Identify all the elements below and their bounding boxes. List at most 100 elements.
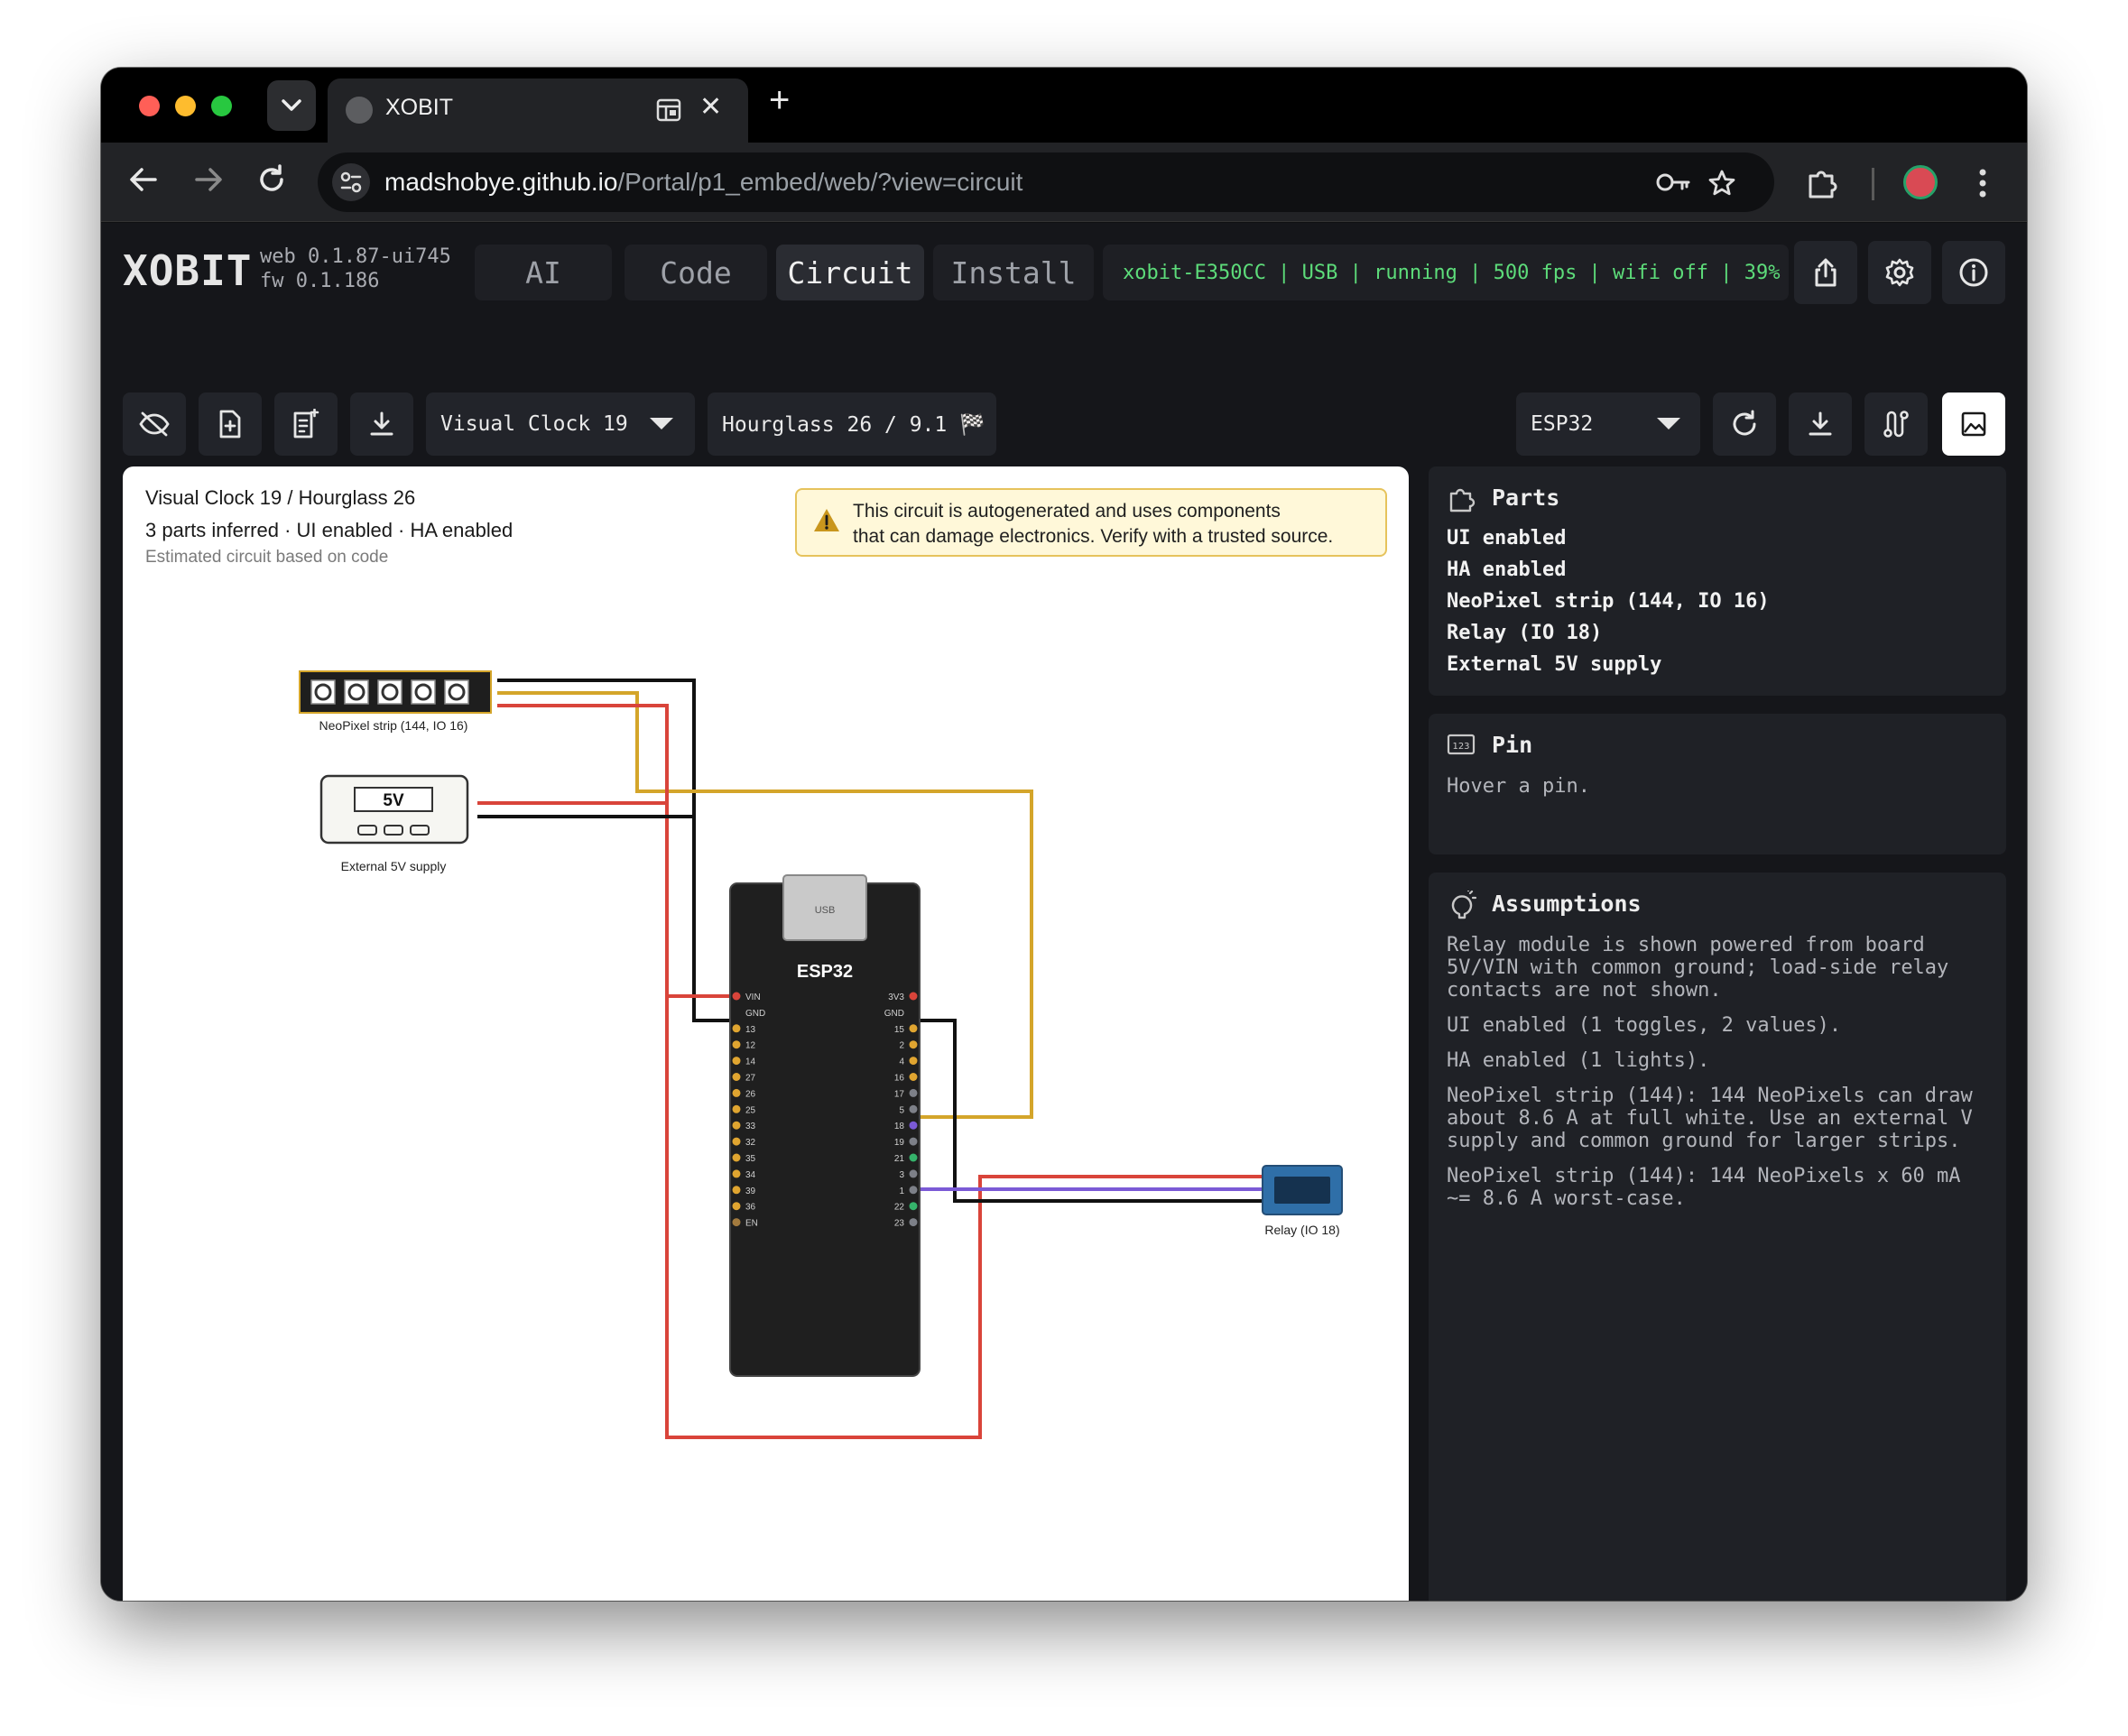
esp32-right-pin-dot: [909, 1057, 918, 1066]
board-name: ESP32: [797, 962, 853, 982]
esp32-right-pin-dot: [909, 1169, 918, 1178]
esp32-right-pin-label: 1: [899, 1187, 904, 1196]
settings-button[interactable]: [1868, 241, 1931, 304]
esp32-left-pin-dot: [732, 1040, 741, 1049]
tab-install[interactable]: Install: [933, 245, 1094, 300]
close-tab-icon[interactable]: ✕: [699, 91, 722, 123]
esp32-right-pin-label: 3: [899, 1170, 904, 1180]
esp32-left-pin-label: 32: [745, 1138, 756, 1148]
esp32-right-pin-label: 22: [894, 1203, 905, 1213]
password-key-icon[interactable]: [1655, 169, 1691, 196]
route-icon: [1883, 411, 1909, 438]
download-circuit-button[interactable]: [1789, 392, 1852, 456]
parts-title: Parts: [1492, 485, 1560, 511]
reload-icon[interactable]: [256, 164, 287, 195]
relay-label: Relay (IO 18): [1264, 1223, 1339, 1237]
esp32-board: USB ESP32 VINGND131214272625333235343936…: [729, 874, 921, 1377]
esp32-right-pin-label: 4: [899, 1057, 904, 1067]
tab-ai[interactable]: AI: [475, 245, 612, 300]
bookmark-star-icon[interactable]: [1707, 169, 1736, 198]
minimize-window-button[interactable]: [175, 96, 196, 116]
esp32-right-pin-dot: [909, 1153, 918, 1162]
site-settings-icon[interactable]: [332, 163, 370, 201]
esp32-right-pin-label: 21: [894, 1154, 905, 1164]
forward-arrow-icon[interactable]: [193, 164, 224, 195]
image-icon: [1961, 411, 1986, 437]
chevron-down-icon: [650, 418, 673, 429]
browser-menu-icon[interactable]: [1978, 167, 1987, 199]
share-icon: [1815, 258, 1837, 287]
esp32-left-pin-label: 36: [745, 1203, 756, 1213]
share-button[interactable]: [1794, 241, 1857, 304]
wiring-view-button[interactable]: [1864, 392, 1928, 456]
variant-select[interactable]: Hourglass 26 / 9.1 🏁: [708, 392, 996, 456]
browser-window: XOBIT ✕ + madshobye.github.io/Portal/p1_…: [101, 68, 2027, 1601]
circuit-diagram: NeoPixel strip (144, IO 16) 5V External …: [299, 670, 1343, 1439]
esp32-right-pin-label: 19: [894, 1138, 905, 1148]
tab-strip: XOBIT ✕ +: [101, 68, 2027, 143]
tab-circuit[interactable]: Circuit: [776, 245, 924, 300]
image-view-button[interactable]: [1942, 392, 2005, 456]
esp32-left-pin-label: 12: [745, 1041, 756, 1051]
esp32-left-pin-label: VIN: [745, 993, 761, 1002]
toolbar-separator: [1872, 168, 1874, 200]
device-status: xobit-E350CC | USB | running | 500 fps |…: [1103, 245, 1789, 300]
esp32-left-pin-dot: [732, 1186, 741, 1195]
address-bar[interactable]: madshobye.github.io/Portal/p1_embed/web/…: [318, 152, 1774, 212]
project-select[interactable]: Visual Clock 19: [426, 392, 695, 456]
info-button[interactable]: [1942, 241, 2005, 304]
esp32-left-pin-label: 13: [745, 1025, 756, 1035]
relay-module: Relay (IO 18): [1262, 1165, 1343, 1237]
esp32-left-pin-dot: [732, 992, 741, 1001]
pin-title: Pin: [1492, 732, 1533, 758]
new-file-button[interactable]: [199, 392, 262, 456]
assumption-item: Relay module is shown powered from board…: [1447, 934, 1949, 1002]
visibility-off-button[interactable]: [123, 392, 186, 456]
esp32-right-pin-label: 23: [894, 1219, 905, 1229]
part-item: UI enabled: [1447, 527, 1567, 549]
download-icon: [370, 411, 393, 436]
download-project-button[interactable]: [350, 392, 413, 456]
puzzle-piece-icon: [1449, 488, 1476, 512]
esp32-right-pin-label: 18: [894, 1122, 905, 1131]
esp32-right-pin-dot: [909, 1186, 918, 1195]
maximize-window-button[interactable]: [211, 96, 232, 116]
esp32-left-pin-label: EN: [745, 1219, 758, 1229]
esp32-left-pin-dot: [732, 1073, 741, 1081]
browser-tab[interactable]: XOBIT ✕: [328, 78, 748, 143]
esp32-right-pin-dot: [909, 1137, 918, 1146]
close-window-button[interactable]: [139, 96, 160, 116]
esp32-left-pin-dot: [732, 1121, 741, 1130]
tab-title: XOBIT: [385, 95, 454, 120]
new-tab-button[interactable]: +: [769, 80, 790, 121]
tab-search-button[interactable]: [267, 80, 316, 131]
assumptions-panel: Assumptions Relay module is shown powere…: [1429, 873, 2006, 1601]
esp32-right-pin-dot: [909, 1104, 918, 1113]
assumption-item: HA enabled (1 lights).: [1447, 1049, 1710, 1072]
back-arrow-icon[interactable]: [128, 164, 159, 195]
profile-avatar[interactable]: [1903, 165, 1938, 199]
esp32-right-pin-dot: [909, 1073, 918, 1081]
esp32-left-pin-dot: [732, 1104, 741, 1113]
pin-number-icon: 123: [1447, 734, 1476, 755]
esp32-right-pin-dot: [909, 1024, 918, 1033]
browser-toolbar: madshobye.github.io/Portal/p1_embed/web/…: [101, 143, 2027, 222]
assumption-item: NeoPixel strip (144): 144 NeoPixels x 60…: [1447, 1165, 1961, 1210]
circuit-canvas[interactable]: Visual Clock 19 / Hourglass 26 3 parts i…: [123, 466, 1409, 1601]
board-select[interactable]: ESP32: [1516, 392, 1700, 456]
external-supply: 5V External 5V supply: [319, 774, 469, 873]
neopixel-leds: [310, 679, 469, 705]
esp32-right-pin-label: 16: [894, 1074, 905, 1084]
extensions-puzzle-icon[interactable]: [1807, 167, 1837, 199]
svg-text:123: 123: [1452, 742, 1469, 752]
esp32-left-pin-label: 35: [745, 1154, 756, 1164]
edit-file-button[interactable]: [274, 392, 338, 456]
esp32-right-pin-label: 2: [899, 1041, 904, 1051]
refresh-button[interactable]: [1713, 392, 1776, 456]
part-item: External 5V supply: [1447, 653, 1662, 676]
tab-code[interactable]: Code: [625, 245, 767, 300]
esp32-right-pin-dot: [909, 992, 918, 1001]
info-icon: [1959, 258, 1988, 287]
esp32-right-pin-dot: [909, 1088, 918, 1097]
part-item: HA enabled: [1447, 559, 1567, 581]
